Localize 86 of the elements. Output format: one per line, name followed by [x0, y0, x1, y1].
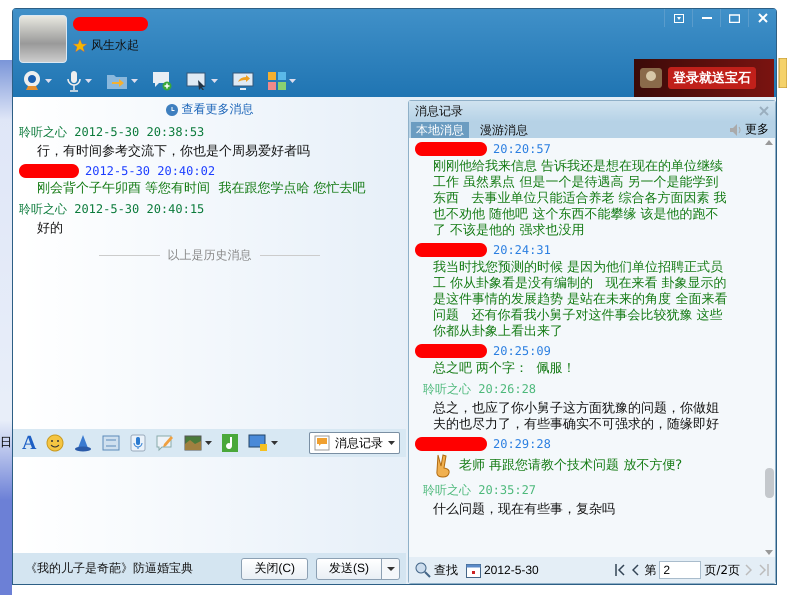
ad-banner[interactable]: 登录就送宝石 — [634, 59, 774, 97]
picture-icon — [184, 435, 202, 451]
avatar-picture — [19, 15, 67, 63]
date-picker[interactable]: 2012-5-30 — [464, 562, 541, 578]
first-page-icon — [615, 564, 626, 576]
search-button[interactable]: 查找 — [413, 562, 460, 578]
message-text: 行，有时间参考交流下，你也是个周易爱好者吗 — [36, 143, 311, 161]
redaction-mark — [415, 243, 487, 257]
font-button[interactable]: A — [19, 432, 40, 454]
message-text: 老师 再跟您请教个技术问题 放不方便? — [459, 458, 682, 474]
message-header: 2012-5-30 20:40:02 — [85, 164, 216, 178]
more-messages-link[interactable]: 查看更多消息 — [166, 101, 254, 118]
last-page-icon — [759, 564, 769, 576]
message-text: 总之吧 两个字： 佩服！ — [432, 361, 576, 377]
message-text: 好的 — [36, 220, 64, 238]
minimize-icon — [702, 17, 712, 19]
page-label: 第 — [644, 562, 656, 578]
message-text: 刚会背个子午卯酉 等您有时间 我在跟您学点哈 您忙去吧 — [36, 180, 367, 198]
app-grid-icon — [268, 72, 286, 90]
promo-link[interactable]: 《我的儿子是奇葩》防逼婚宝典 — [25, 560, 193, 577]
caret-icon — [131, 79, 138, 83]
star-icon — [73, 38, 87, 52]
scrollbar-thumb[interactable] — [764, 468, 774, 498]
message-header: 20:24:31 — [493, 243, 551, 257]
microphone-icon — [66, 70, 82, 92]
calendar-icon — [466, 562, 481, 578]
redaction-mark — [415, 142, 487, 156]
history-button[interactable]: 消息记录 — [309, 432, 400, 454]
message-header: 20:25:09 — [493, 344, 551, 358]
history-divider: 以上是历史消息 — [168, 247, 252, 264]
first-page-button[interactable] — [613, 564, 628, 576]
message-text: 总之，也应了你小舅子这方面犹豫的问题，你做姐夫的也尽力了，有些事确实不可强求的，随缘即好 — [432, 401, 720, 433]
redaction-mark — [19, 164, 79, 178]
page-input[interactable]: 2 — [659, 561, 702, 579]
history-tab[interactable]: 漫游消息 — [475, 122, 533, 138]
folder-arrow-icon — [106, 72, 128, 90]
monitor-icon — [248, 434, 268, 452]
redaction-mark — [415, 344, 487, 358]
close-icon — [758, 13, 768, 23]
message-header: 聆听之心 2012-5-30 20:38:53 — [19, 124, 204, 141]
redaction-mark — [415, 437, 487, 451]
webcam-icon — [22, 70, 42, 92]
page-count: 页/2页 — [704, 562, 740, 578]
chevron-right-icon — [745, 564, 752, 576]
chevron-left-icon — [632, 564, 640, 576]
music-note-icon — [222, 434, 238, 452]
send-options-button[interactable] — [382, 558, 400, 580]
chat-bubble-icon — [314, 435, 330, 451]
scroll-down-icon[interactable] — [765, 550, 773, 555]
caret-icon — [205, 441, 212, 445]
send-button[interactable]: 发送(S) — [316, 558, 382, 580]
pencil-note-icon — [156, 434, 174, 452]
smiley-icon — [46, 434, 64, 452]
contact-signature: 风生水起 — [91, 37, 139, 54]
edge-text: 日 — [0, 434, 12, 451]
search-icon — [415, 562, 431, 578]
dropdown-icon — [674, 14, 684, 22]
maximize-icon — [729, 14, 740, 22]
message-header: 20:29:28 — [493, 437, 551, 451]
message-text: 什么问题，现在有些事，复杂吗 — [432, 502, 616, 518]
message-header: 聆听之心 20:35:27 — [423, 482, 536, 499]
chat-plus-icon — [152, 71, 172, 91]
message-text: 我当时找您预测的时候 是因为他们单位招聘正式员工 你从卦象看是没有编制的 现在来看 卦象显示的是这件事情的发展趋势 是站在未来的角度 全面来看问题 还有你看我小舅子对这件事会比较犹豫 这些你都从卦象上看出来了 — [432, 260, 728, 340]
close-chat-button[interactable]: 关闭(C) — [241, 558, 308, 580]
caret-icon — [45, 79, 52, 83]
caret-icon — [289, 79, 296, 83]
caret-icon — [271, 441, 278, 445]
monitor-arrow-icon — [232, 72, 254, 90]
microphone-icon — [130, 434, 146, 452]
message-text: 刚刚他给我来信息 告诉我还是想在现在的单位继续工作 虽然累点 但是一个是待遇高 另一个是能学到东西 去事业单位只能适合养老 综合各方面因素 我也不劝他 随他吧 这个东西不能攀缘 该是他的跑不了 不该是他的 强求也没用 — [432, 159, 728, 239]
close-icon — [759, 106, 769, 116]
message-header: 聆听之心 20:26:28 — [423, 381, 536, 398]
wizard-hat-icon — [74, 434, 92, 452]
caret-icon — [211, 79, 218, 83]
speaker-icon — [729, 122, 743, 136]
scroll-up-icon[interactable] — [765, 140, 773, 145]
clock-icon — [166, 104, 178, 116]
monitor-pointer-icon — [186, 72, 208, 90]
caret-icon — [85, 79, 92, 83]
panel-title: 消息记录 — [415, 102, 463, 120]
caret-icon — [388, 441, 395, 445]
previous-page-button[interactable] — [630, 564, 642, 576]
message-header: 20:20:57 — [493, 142, 551, 156]
message-header: 聆听之心 2012-5-30 20:40:15 — [19, 201, 204, 218]
more-button[interactable]: 更多 — [725, 121, 773, 138]
caret-icon — [386, 566, 394, 570]
